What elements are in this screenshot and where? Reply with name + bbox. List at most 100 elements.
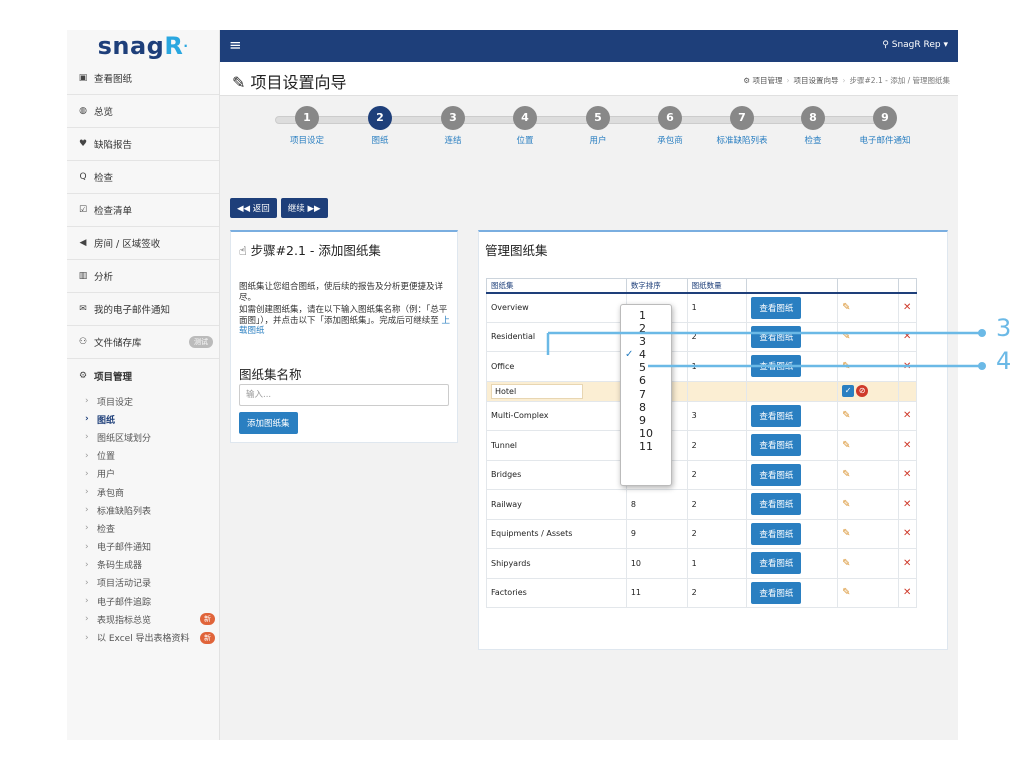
add-drawing-set-button[interactable]: 添加图纸集 xyxy=(239,412,298,434)
wizard-step[interactable]: 3 连结 xyxy=(413,106,493,146)
delete-x-icon[interactable]: ✕ xyxy=(903,440,911,451)
view-drawings-button[interactable]: 查看图纸 xyxy=(751,552,802,575)
sidebar-subitem[interactable]: › 电子邮件通知 xyxy=(67,538,219,556)
dropdown-option[interactable]: 8 xyxy=(621,401,671,414)
sidebar-subitem[interactable]: › 标准缺陷列表 xyxy=(67,501,219,519)
table-row: Shipyards 10 1 查看图纸 ✎ ✕ xyxy=(486,548,918,579)
sidebar-item[interactable]: Q 检查 xyxy=(67,161,219,194)
drawing-set-name-input[interactable] xyxy=(239,384,449,406)
delete-x-icon[interactable]: ✕ xyxy=(903,558,911,569)
wizard-step[interactable]: 4 位置 xyxy=(485,106,565,146)
step-number: 2 xyxy=(368,106,392,130)
cell-order: 9 xyxy=(625,518,688,549)
dropdown-option[interactable]: 9 xyxy=(621,414,671,427)
dropdown-option[interactable]: 6 xyxy=(621,374,671,387)
sidebar-subitem[interactable]: › 条码生成器 xyxy=(67,556,219,574)
delete-x-icon[interactable]: ✕ xyxy=(903,587,911,598)
view-drawings-button[interactable]: 查看图纸 xyxy=(751,463,802,486)
snagr-logo[interactable]: snag R · xyxy=(67,30,219,62)
view-drawings-button[interactable]: 查看图纸 xyxy=(751,493,802,516)
sidebar-subitem[interactable]: › 用户 xyxy=(67,465,219,483)
delete-x-icon[interactable]: ✕ xyxy=(903,410,911,421)
breadcrumb-item[interactable]: 项目设置向导 xyxy=(794,76,839,85)
dropdown-option[interactable]: 2 xyxy=(621,322,671,335)
pencil-edit-icon[interactable]: ✎ xyxy=(842,302,850,313)
pencil-edit-icon[interactable]: ✎ xyxy=(842,587,850,598)
pencil-edit-icon[interactable]: ✎ xyxy=(842,558,850,569)
sidebar-subitem[interactable]: › 表现指标总览 新 xyxy=(67,610,219,628)
sidebar-item[interactable]: ▣ 查看图纸 xyxy=(67,62,219,95)
delete-x-icon[interactable]: ✕ xyxy=(903,499,911,510)
sidebar-item[interactable]: ◀ 房间 / 区域签收 xyxy=(67,227,219,260)
user-menu[interactable]: ⚲ SnagR Rep ▾ xyxy=(882,40,948,50)
next-button[interactable]: 继续 ▶▶ xyxy=(280,198,328,218)
sidebar-subitem[interactable]: › 图纸 xyxy=(67,410,219,428)
dropdown-option[interactable]: 10 xyxy=(621,427,671,440)
sidebar-subitem[interactable]: › 位置 xyxy=(67,447,219,465)
order-select-dropdown[interactable]: 1 2 3 ✓ 4 5 6 7 8 9 10 11 xyxy=(620,304,672,486)
sidebar-item[interactable]: ▥ 分析 xyxy=(67,260,219,293)
sidebar-item[interactable]: ♥ 缺陷报告 xyxy=(67,128,219,161)
pencil-edit-icon[interactable]: ✎ xyxy=(842,410,850,421)
view-drawings-button[interactable]: 查看图纸 xyxy=(751,355,802,378)
sidebar-subitem[interactable]: › 以 Excel 导出表格资料新 xyxy=(67,628,219,646)
cancel-icon[interactable]: ⊘ xyxy=(856,385,869,397)
option-label: 7 xyxy=(639,387,646,401)
pencil-edit-icon[interactable]: ✎ xyxy=(842,361,850,372)
sidebar-subitem[interactable]: › 承包商 xyxy=(67,483,219,501)
sidebar-subitem[interactable]: › 项目活动记录 xyxy=(67,574,219,592)
view-drawings-button[interactable]: 查看图纸 xyxy=(751,404,802,427)
delete-x-icon[interactable]: ✕ xyxy=(903,469,911,480)
wizard-step[interactable]: 5 用户 xyxy=(558,106,638,146)
column-header[interactable]: 数字排序 xyxy=(625,278,688,294)
pencil-edit-icon[interactable]: ✎ xyxy=(842,331,850,342)
wizard-step[interactable]: 8 检查 xyxy=(773,106,853,146)
chevron-right-icon: › xyxy=(85,596,89,607)
dropdown-option[interactable]: 1 xyxy=(621,309,671,322)
wizard-step[interactable]: 6 承包商 xyxy=(630,106,710,146)
pencil-edit-icon[interactable]: ✎ xyxy=(842,440,850,451)
dropdown-option[interactable]: 3 xyxy=(621,335,671,348)
column-header[interactable]: 图纸数量 xyxy=(686,278,748,294)
sidebar-group-project-management[interactable]: ⚙ 项目管理 xyxy=(67,359,219,392)
sidebar-item[interactable]: ◍ 总览 xyxy=(67,95,219,128)
delete-x-icon[interactable]: ✕ xyxy=(903,302,911,313)
delete-x-icon[interactable]: ✕ xyxy=(903,528,911,539)
wizard-step[interactable]: 2 图纸 xyxy=(340,106,420,146)
sidebar-item[interactable]: ☑ 检查清单 xyxy=(67,194,219,227)
wizard-step[interactable]: 1 项目设定 xyxy=(267,106,347,146)
view-drawings-button[interactable]: 查看图纸 xyxy=(751,522,802,545)
cell-delete: ✕ xyxy=(897,489,918,520)
sidebar-subitem[interactable]: › 项目设定 xyxy=(67,392,219,410)
back-button[interactable]: ◀◀ 返回 xyxy=(230,198,277,218)
logo-text: snag xyxy=(97,32,165,60)
delete-x-icon[interactable]: ✕ xyxy=(903,331,911,342)
dropdown-option[interactable]: 11 xyxy=(621,440,671,453)
wizard-step[interactable]: 7 标准缺陷列表 xyxy=(702,106,782,146)
column-header[interactable]: 图纸集 xyxy=(486,278,627,294)
cell-view: 查看图纸 xyxy=(746,400,839,431)
delete-x-icon[interactable]: ✕ xyxy=(903,361,911,372)
edit-name-input[interactable] xyxy=(491,383,583,399)
hamburger-menu-icon[interactable]: ≡ xyxy=(229,38,242,53)
pencil-edit-icon[interactable]: ✎ xyxy=(842,499,850,510)
dropdown-option[interactable]: 5 xyxy=(621,361,671,374)
view-drawings-button[interactable]: 查看图纸 xyxy=(751,325,802,348)
wizard-step[interactable]: 9 电子邮件通知 xyxy=(845,106,925,146)
view-drawings-button[interactable]: 查看图纸 xyxy=(751,581,802,604)
sidebar-subitem[interactable]: › 电子邮件追踪 xyxy=(67,592,219,610)
confirm-check-icon[interactable]: ✓ xyxy=(842,385,855,397)
cell-count: 3 xyxy=(686,400,748,431)
sidebar-subitem[interactable]: › 检查 xyxy=(67,519,219,537)
view-drawings-button[interactable]: 查看图纸 xyxy=(751,434,802,457)
sidebar-item[interactable]: ✉ 我的电子邮件通知 xyxy=(67,293,219,326)
pencil-edit-icon[interactable]: ✎ xyxy=(842,528,850,539)
view-drawings-button[interactable]: 查看图纸 xyxy=(751,296,802,319)
breadcrumb-item[interactable]: 项目管理 xyxy=(753,76,783,85)
dropdown-option[interactable]: ✓ 4 xyxy=(621,348,671,362)
dropdown-option[interactable]: 7 xyxy=(621,388,671,401)
main-content: ✎ 项目设置向导 ⚙ 项目管理 › 项目设置向导 › 步骤#2.1 - 添加 / 管理图… xyxy=(220,62,958,740)
pencil-edit-icon[interactable]: ✎ xyxy=(842,469,850,480)
sidebar-subitem[interactable]: › 图纸区域划分 xyxy=(67,428,219,446)
sidebar-item[interactable]: ⚇ 文件储存库 测试 xyxy=(67,326,219,359)
